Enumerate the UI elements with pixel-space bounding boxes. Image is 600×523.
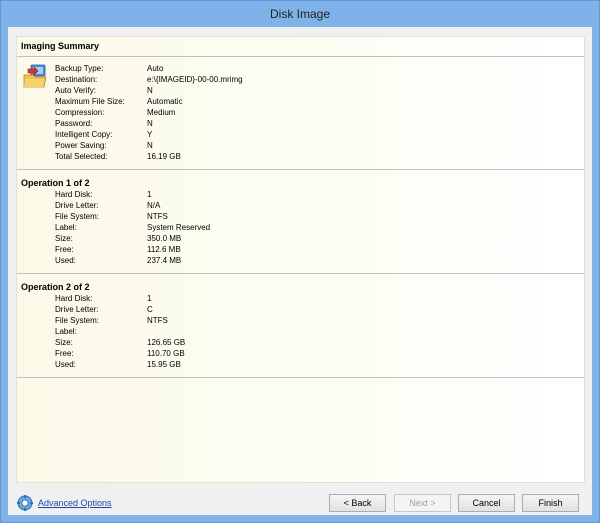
row-label: Label: [55,223,77,232]
row-value: 110.70 GB [147,349,185,358]
row-label: Hard Disk: [55,294,93,303]
row-value: Medium [147,108,176,117]
imaging-summary-heading: Imaging Summary [21,41,100,51]
row-label: Compression: [55,108,105,117]
row-label: Total Selected: [55,152,108,161]
row-label: Label: [55,327,77,336]
back-button[interactable]: < Back [329,494,386,512]
window-title: Disk Image [269,7,331,21]
row-label: Auto Verify: [55,86,96,95]
operation-2-heading: Operation 2 of 2 [21,282,90,292]
divider [17,377,584,378]
row-label: Intelligent Copy: [55,130,113,139]
row-value: System Reserved [147,223,211,232]
summary-panel: Imaging Summary Backup Type: Auto Destin… [16,36,585,483]
row-label: Used: [55,360,76,369]
row-value: Y [147,130,153,139]
row-label: Used: [55,256,76,265]
row-label: Free: [55,245,74,254]
row-label: Free: [55,349,74,358]
divider [17,273,584,274]
disk-image-window: Disk Image Imaging Summary Backup Type: … [0,0,600,523]
next-button[interactable]: Next > [394,494,451,512]
row-label: Power Saving: [55,141,107,150]
finish-button[interactable]: Finish [522,494,579,512]
row-value: C [147,305,153,314]
row-value: 16.19 GB [147,152,181,161]
row-value: N [147,141,153,150]
row-label: Password: [55,119,93,128]
divider [17,56,584,57]
row-label: Maximum File Size: [55,97,125,106]
row-value: 1 [147,294,152,303]
row-value: 112.6 MB [147,245,181,254]
row-label: Size: [55,338,73,347]
divider [17,169,584,170]
row-label: Size: [55,234,73,243]
row-label: Backup Type: [55,64,104,73]
row-value: N [147,119,153,128]
row-label: Destination: [55,75,98,84]
disk-image-icon [23,64,47,88]
row-value: Auto [147,64,164,73]
row-label: Hard Disk: [55,190,93,199]
row-label: Drive Letter: [55,305,99,314]
row-value: 1 [147,190,152,199]
settings-gear-icon [17,495,33,511]
cancel-button[interactable]: Cancel [458,494,515,512]
row-value: 126.65 GB [147,338,186,347]
row-label: File System: [55,316,100,325]
operation-1-heading: Operation 1 of 2 [21,178,90,188]
row-value: N/A [147,201,161,210]
row-value: e:\{IMAGEID}-00-00.mrimg [147,75,243,84]
row-value: 237.4 MB [147,256,182,265]
advanced-options-label[interactable]: Advanced Options [38,494,112,512]
dialog-client-area: Imaging Summary Backup Type: Auto Destin… [8,27,592,515]
row-value: NTFS [147,316,168,325]
row-label: File System: [55,212,100,221]
row-value: 350.0 MB [147,234,182,243]
row-value: NTFS [147,212,168,221]
row-value: Automatic [147,97,183,106]
row-value: 15.95 GB [147,360,181,369]
row-value: N [147,86,153,95]
row-label: Drive Letter: [55,201,99,210]
